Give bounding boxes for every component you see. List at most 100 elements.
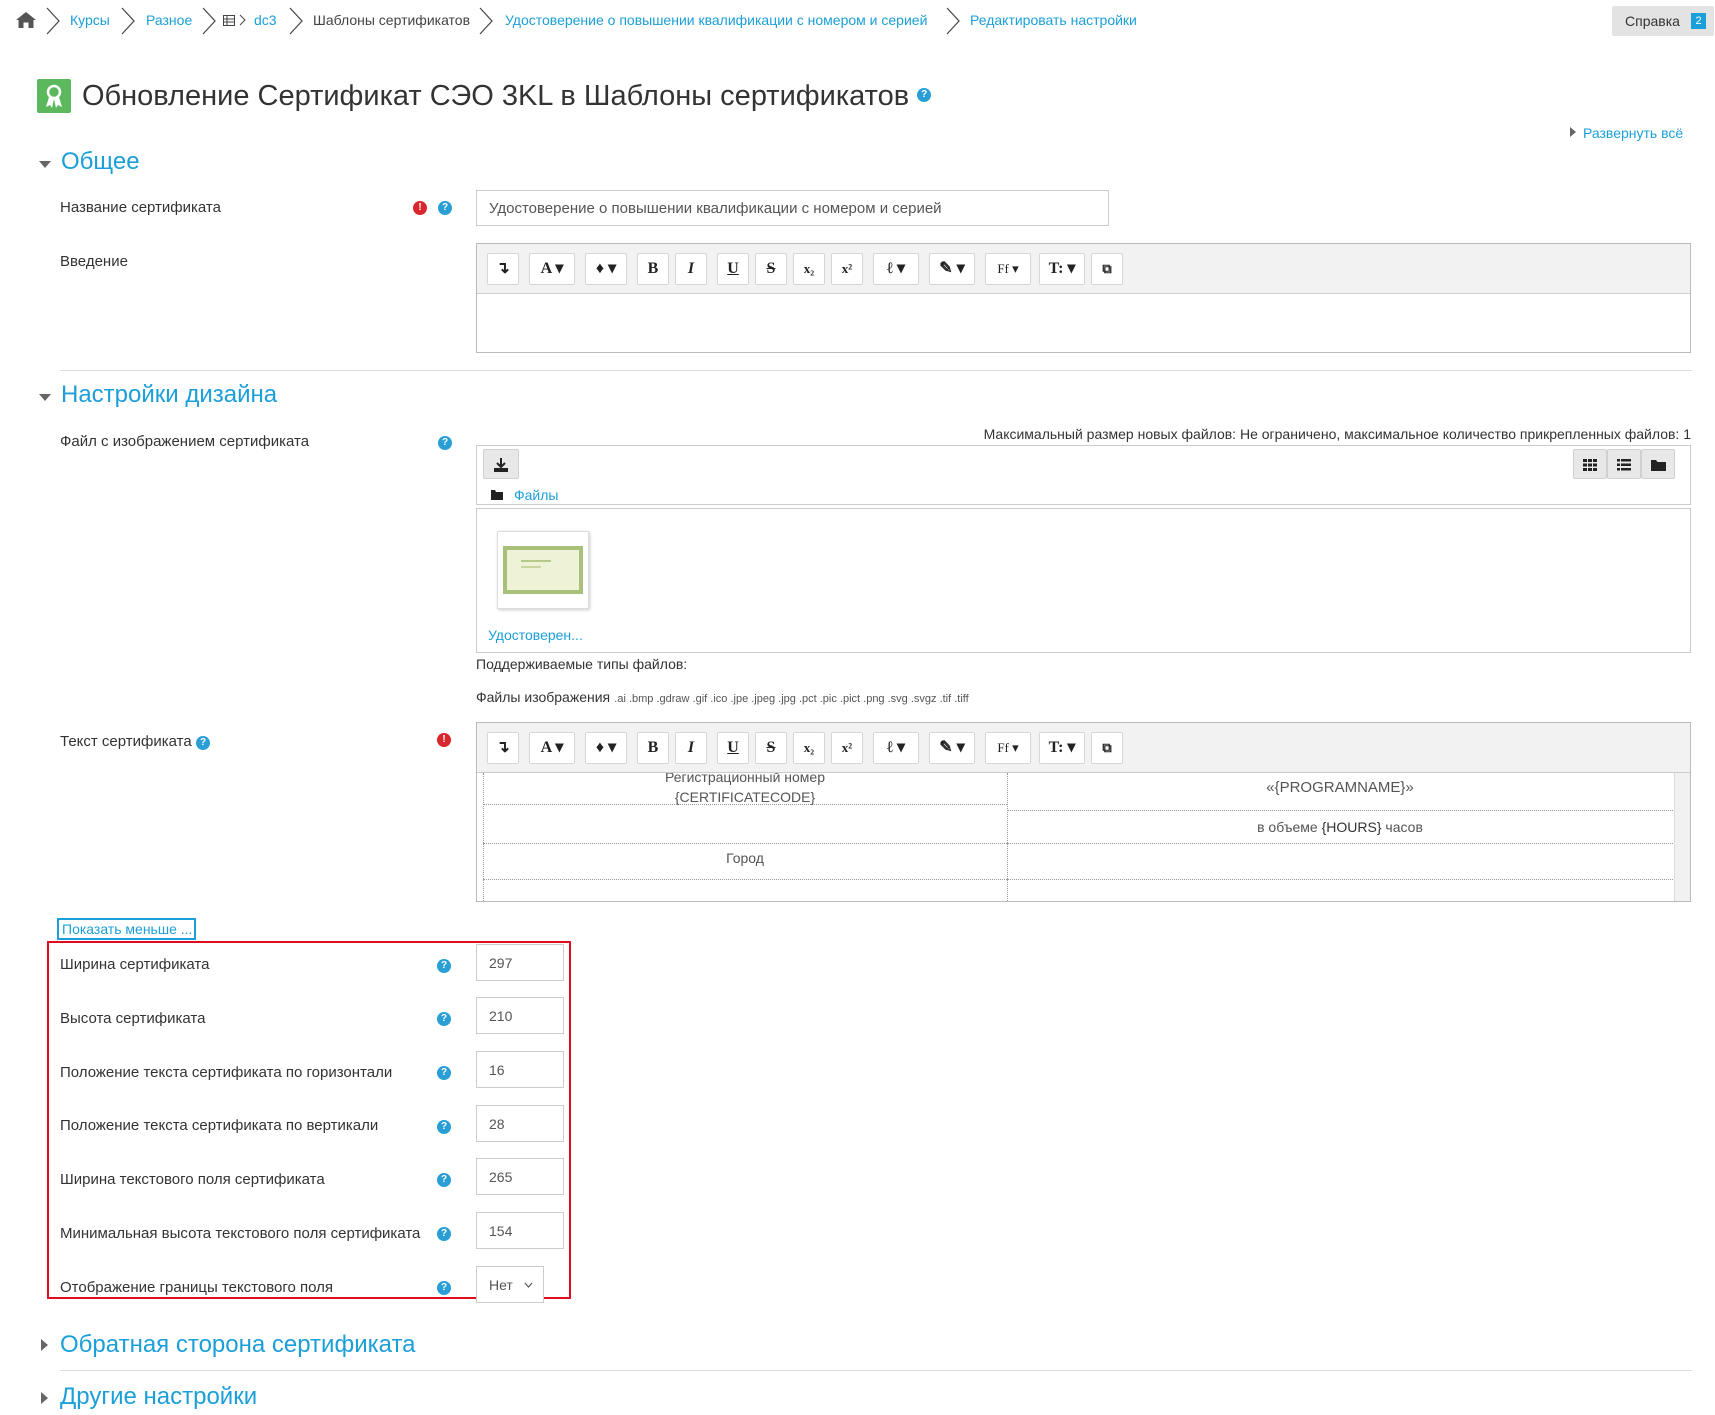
certificate-text-editor[interactable]: ↴ A ▾ ♦ ▾ B I U S x₂ x² ℓ ▾ ✎ ▾ Ff ▾ T: …	[476, 722, 1691, 902]
intro-editor[interactable]: ↴ A ▾ ♦ ▾ B I U S x₂ x² ℓ ▾ ✎ ▾ Ff ▾ T: …	[476, 243, 1691, 353]
brush-button[interactable]: ✎ ▾	[929, 732, 975, 764]
files-link[interactable]: Файлы	[514, 487, 558, 503]
hours-suffix: часов	[1385, 819, 1423, 835]
html-button[interactable]: ⧉	[1091, 253, 1123, 285]
certificate-text-content[interactable]: Регистрационный номер {CERTIFICATECODE} …	[483, 773, 1673, 901]
horizontal-position-input[interactable]: 16	[476, 1051, 564, 1088]
breadcrumb-separator	[46, 7, 60, 35]
breadcrumb-edit-settings[interactable]: Редактировать настройки	[970, 12, 1137, 28]
vertical-position-input[interactable]: 28	[476, 1105, 564, 1142]
superscript-button[interactable]: x²	[831, 732, 863, 764]
italic-button[interactable]: I	[675, 732, 707, 764]
section-design[interactable]: Настройки дизайна	[61, 381, 277, 409]
city-cell: Город	[483, 844, 1007, 880]
underline-button[interactable]: U	[717, 253, 749, 285]
font-family-button[interactable]: Ff ▾	[985, 732, 1031, 764]
breadcrumb-dc3[interactable]: dc3	[254, 12, 277, 28]
strikethrough-button[interactable]: S	[755, 253, 787, 285]
help-icon[interactable]: ?	[437, 1281, 451, 1295]
chevron-down-icon	[524, 1282, 533, 1288]
help-icon[interactable]: ?	[917, 88, 932, 103]
help-icon[interactable]: ?	[438, 436, 452, 450]
collapse-icon[interactable]	[39, 394, 51, 401]
certificate-preview	[503, 546, 583, 594]
certificate-name-input[interactable]: Удостоверение о повышении квалификации с…	[476, 190, 1109, 226]
background-color-button[interactable]: ♦ ▾	[585, 253, 627, 285]
file-thumbnail[interactable]	[497, 531, 589, 609]
scrollbar[interactable]	[1674, 773, 1690, 901]
drop-icon: ♦	[595, 260, 605, 277]
files-area: Удостоверен...	[476, 508, 1691, 653]
breadcrumb-misc[interactable]: Разное	[146, 12, 192, 28]
folder-view-icon[interactable]	[1641, 449, 1675, 479]
help-icon[interactable]: ?	[437, 1173, 451, 1187]
collapse-toolbar-button[interactable]: ↴	[487, 732, 519, 764]
page-title-text: Обновление Сертификат СЭО 3KL в Шаблоны …	[82, 80, 910, 112]
font-family-button[interactable]: Ff ▾	[985, 253, 1031, 285]
font-color-icon: A	[540, 260, 552, 277]
section-back[interactable]: Обратная сторона сертификата	[60, 1331, 416, 1359]
italic-button[interactable]: I	[675, 253, 707, 285]
help-icon[interactable]: ?	[437, 1066, 451, 1080]
supported-types-label: Поддерживаемые типы файлов:	[476, 656, 688, 672]
breadcrumb-separator	[239, 14, 246, 26]
strikethrough-button[interactable]: S	[755, 732, 787, 764]
reg-number-cell: Регистрационный номер {CERTIFICATECODE}	[483, 773, 1007, 805]
certificate-width-input[interactable]: 297	[476, 944, 564, 981]
font-size-button[interactable]: T: ▾	[1039, 732, 1085, 764]
home-icon[interactable]	[15, 11, 37, 29]
text-width-input[interactable]: 265	[476, 1158, 564, 1195]
font-color-button[interactable]: A ▾	[529, 253, 575, 285]
hours-prefix: в объеме	[1257, 819, 1318, 835]
certificate-height-input[interactable]: 210	[476, 997, 564, 1034]
show-less-link[interactable]: Показать меньше ...	[57, 918, 196, 940]
underline-button[interactable]: U	[717, 732, 749, 764]
bold-button[interactable]: B	[637, 253, 669, 285]
breadcrumb-courses[interactable]: Курсы	[70, 12, 110, 28]
superscript-button[interactable]: x²	[831, 253, 863, 285]
expand-all-link[interactable]: Развернуть всё	[1583, 125, 1683, 141]
file-name-link[interactable]: Удостоверен...	[488, 627, 583, 643]
background-color-button[interactable]: ♦ ▾	[585, 732, 627, 764]
styles-icon: ℓ	[886, 260, 893, 277]
help-icon[interactable]: ?	[437, 1120, 451, 1134]
bold-button[interactable]: B	[637, 732, 669, 764]
download-icon[interactable]	[483, 449, 519, 479]
expand-icon[interactable]	[41, 1339, 48, 1351]
expand-icon	[1570, 127, 1576, 137]
styles-button[interactable]: ℓ ▾	[873, 253, 919, 285]
brush-button[interactable]: ✎ ▾	[929, 253, 975, 285]
certificate-name-label: Название сертификата	[60, 199, 221, 216]
empty-cell	[1007, 844, 1673, 880]
section-other[interactable]: Другие настройки	[60, 1383, 257, 1411]
min-text-height-input[interactable]: 154	[476, 1212, 564, 1249]
grid-view-icon[interactable]	[1573, 449, 1607, 479]
required-icon: !	[413, 201, 427, 215]
text-border-label: Отображение границы текстового поля	[60, 1279, 334, 1296]
section-general[interactable]: Общее	[61, 148, 140, 176]
expand-icon[interactable]	[41, 1392, 48, 1404]
certificate-icon	[37, 79, 71, 113]
html-button[interactable]: ⧉	[1091, 732, 1123, 764]
breadcrumb-separator	[202, 7, 216, 35]
subscript-button[interactable]: x₂	[793, 253, 825, 285]
breadcrumb-certificate[interactable]: Удостоверение о повышении квалификации с…	[505, 12, 927, 28]
collapse-icon[interactable]	[39, 161, 51, 168]
subscript-button[interactable]: x₂	[793, 732, 825, 764]
help-icon[interactable]: ?	[437, 959, 451, 973]
font-size-button[interactable]: T: ▾	[1039, 253, 1085, 285]
breadcrumb-separator	[946, 7, 960, 35]
help-icon[interactable]: ?	[437, 1012, 451, 1026]
font-color-button[interactable]: A ▾	[529, 732, 575, 764]
text-border-select[interactable]: Нет	[476, 1266, 544, 1303]
help-icon[interactable]: ?	[196, 736, 210, 750]
required-icon: !	[437, 733, 451, 747]
list-view-icon[interactable]	[1607, 449, 1641, 479]
collapse-toolbar-button[interactable]: ↴	[487, 253, 519, 285]
image-types: Файлы изображения .ai .bmp .gdraw .gif .…	[476, 689, 969, 706]
font-color-icon: A	[540, 739, 552, 756]
help-icon[interactable]: ?	[437, 1227, 451, 1241]
help-button[interactable]: Справка 2	[1612, 6, 1714, 36]
help-icon[interactable]: ?	[438, 201, 452, 215]
styles-button[interactable]: ℓ ▾	[873, 732, 919, 764]
